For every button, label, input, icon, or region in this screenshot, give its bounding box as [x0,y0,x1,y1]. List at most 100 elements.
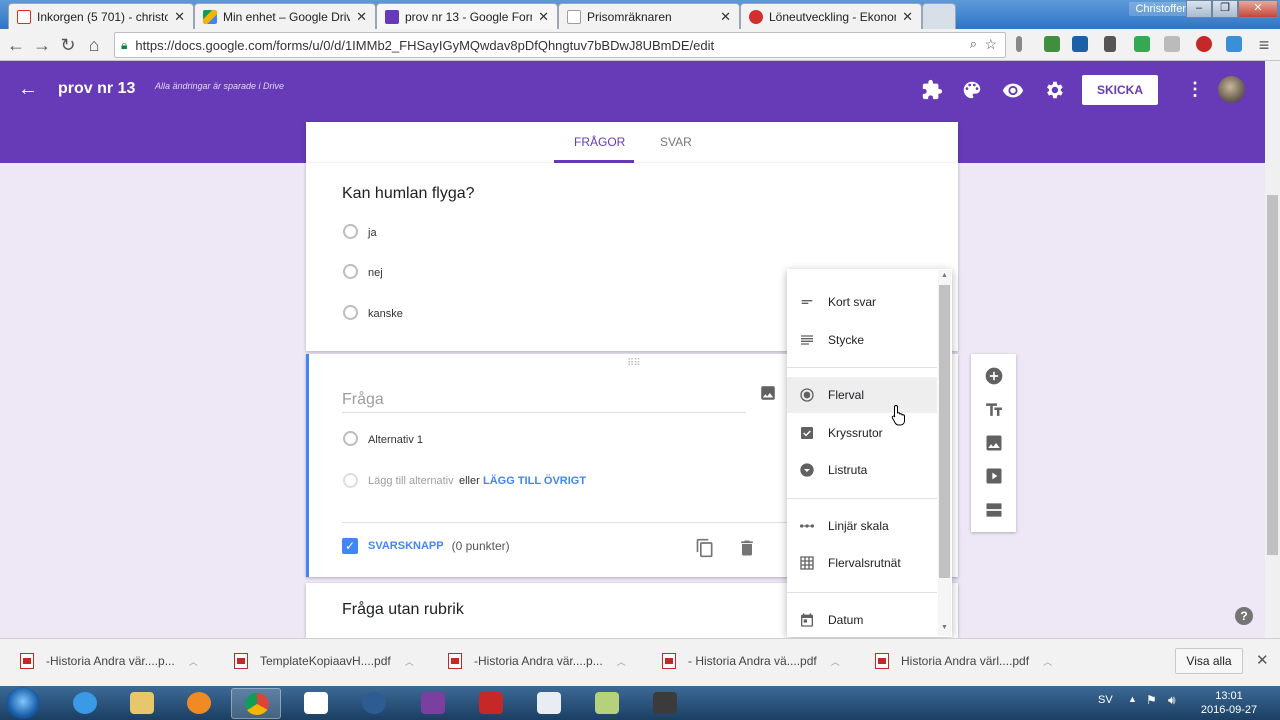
delete-trash-icon[interactable] [737,538,757,558]
forward-icon[interactable]: → [32,35,52,55]
scroll-up-arrow-icon[interactable]: ▲ [941,272,948,279]
close-tab-icon[interactable]: ✕ [720,9,731,25]
form-title[interactable]: prov nr 13 [58,80,135,98]
taskbar-explorer[interactable] [117,688,167,719]
add-image-icon[interactable] [759,384,777,402]
browser-tab-loneutveckling[interactable]: Löneutveckling - Ekonom ✕ [740,3,922,29]
new-tab-button[interactable] [922,3,956,29]
avatar[interactable] [1218,76,1245,103]
browser-tab-prisomraknaren[interactable]: Prisomräknaren ✕ [558,3,740,29]
drag-handle-icon[interactable]: ⠿⠿ [627,358,641,369]
add-question-icon[interactable] [984,366,1004,386]
download-item[interactable]: -Historia Andra vär....p... ︿ [448,653,626,669]
globe-icon [362,692,386,714]
chrome-menu-icon[interactable]: ≡ [1254,35,1274,55]
add-title-icon[interactable] [984,400,1004,420]
extension-icon[interactable] [1196,36,1212,52]
taskbar-app[interactable] [349,688,399,719]
palette-icon[interactable] [961,79,983,101]
extension-icon[interactable] [1164,36,1180,52]
chevron-up-icon[interactable]: ︿ [405,655,414,668]
chevron-up-icon[interactable]: ︿ [189,655,198,668]
tab-responses[interactable]: SVAR [660,135,692,149]
taskbar-internet-explorer[interactable] [60,688,110,719]
home-icon[interactable]: ⌂ [84,35,104,55]
close-window-button[interactable]: ✕ [1238,0,1278,18]
taskbar-camera[interactable] [640,688,690,719]
extension-icon[interactable] [1044,36,1060,52]
extension-icon[interactable] [1072,36,1088,52]
download-item[interactable]: TemplateKopiaavH....pdf ︿ [234,653,414,669]
tray-expand-icon[interactable]: ▲ [1128,694,1137,704]
profile-name[interactable]: Christoffer [1129,2,1192,16]
back-arrow-icon[interactable]: ← [18,78,38,101]
send-button[interactable]: SKICKA [1082,75,1158,105]
close-icon[interactable]: ✕ [1256,651,1269,669]
preview-eye-icon[interactable] [1002,79,1024,101]
menu-item-grid[interactable]: Flervalsrutnät [787,545,937,581]
close-tab-icon[interactable]: ✕ [356,9,367,25]
add-other-link[interactable]: LÄGG TILL ÖVRIGT [483,475,586,487]
taskbar-acrobat[interactable] [466,688,516,719]
volume-icon[interactable]: 🔊︎ [1168,693,1176,708]
taskbar-document[interactable] [524,688,574,719]
clock[interactable]: 13:01 2016-09-27 [1196,689,1262,717]
browser-tab-gmail[interactable]: Inkorgen (5 701) - christo ✕ [8,3,194,29]
chevron-up-icon[interactable]: ︿ [831,655,840,668]
close-tab-icon[interactable]: ✕ [174,9,185,25]
page-scrollbar-thumb[interactable] [1267,195,1278,555]
extension-icon[interactable] [1134,36,1150,52]
taskbar-onenote[interactable] [408,688,458,719]
menu-item-dropdown[interactable]: Listruta [787,452,937,488]
chevron-up-icon[interactable]: ︿ [617,655,626,668]
back-icon[interactable]: ← [6,35,26,55]
menu-item-multiple-choice[interactable]: Flerval [787,377,937,413]
menu-item-paragraph[interactable]: Stycke [787,322,937,358]
forms-icon [385,9,399,24]
menu-item-short-answer[interactable]: Kort svar [787,284,937,320]
show-all-downloads-button[interactable]: Visa alla [1175,648,1243,674]
add-option-link[interactable]: Lägg till alternativ [368,475,454,487]
tab-questions[interactable]: FRÅGOR [574,135,625,149]
browser-tab-forms[interactable]: prov nr 13 - Google Form ✕ [376,3,558,29]
extension-icon[interactable] [1016,36,1022,52]
taskbar-media-player[interactable] [174,688,224,719]
help-icon[interactable]: ? [1235,607,1253,625]
taskbar-apps[interactable] [291,688,341,719]
download-item[interactable]: -Historia Andra vär....p... ︿ [20,653,198,669]
menu-item-linear-scale[interactable]: Linjär skala [787,508,937,544]
action-center-icon[interactable]: ⚑ [1146,693,1157,707]
menu-item-checkboxes[interactable]: Kryssrutor [787,415,937,451]
maximize-button[interactable]: ❐ [1212,0,1238,18]
settings-gear-icon[interactable] [1043,79,1065,101]
taskbar-chrome[interactable] [231,688,281,719]
language-indicator[interactable]: SV [1098,694,1113,706]
more-vert-icon[interactable]: ⋮ [1186,79,1204,100]
taskbar-notes[interactable] [582,688,632,719]
start-button[interactable] [6,687,40,719]
menu-item-date[interactable]: Datum [787,602,937,637]
close-tab-icon[interactable]: ✕ [902,9,913,25]
download-item[interactable]: Historia Andra värl....pdf ︿ [875,653,1052,669]
close-tab-icon[interactable]: ✕ [538,9,549,25]
reload-icon[interactable]: ↻ [58,35,78,55]
add-section-icon[interactable] [984,500,1004,520]
download-item[interactable]: - Historia Andra vä....pdf ︿ [662,653,840,669]
menu-scrollbar-thumb[interactable] [939,285,950,578]
chevron-up-icon[interactable]: ︿ [1043,655,1052,668]
browser-tab-drive[interactable]: Min enhet – Google Driv ✕ [194,3,376,29]
duplicate-icon[interactable] [695,538,715,558]
address-bar[interactable]: 🔒︎ https://docs.google.com/forms/u/0/d/1… [114,32,1006,58]
extension-icon[interactable] [1226,36,1242,52]
minimize-button[interactable]: – [1186,0,1212,18]
bookmark-star-icon[interactable]: ☆ [984,36,997,53]
scroll-down-arrow-icon[interactable]: ▼ [941,624,948,631]
option-input[interactable]: Alternativ 1 [368,434,423,446]
addons-puzzle-icon[interactable] [921,79,943,101]
add-image-icon[interactable] [984,433,1004,453]
answer-key-button[interactable]: ✓ SVARSKNAPP (0 punkter) [342,538,510,554]
zoom-icon[interactable]: ⌕ [970,36,977,52]
add-video-icon[interactable] [984,466,1004,486]
question-title-input[interactable]: Fråga [342,391,384,409]
extension-icon[interactable] [1104,36,1116,52]
